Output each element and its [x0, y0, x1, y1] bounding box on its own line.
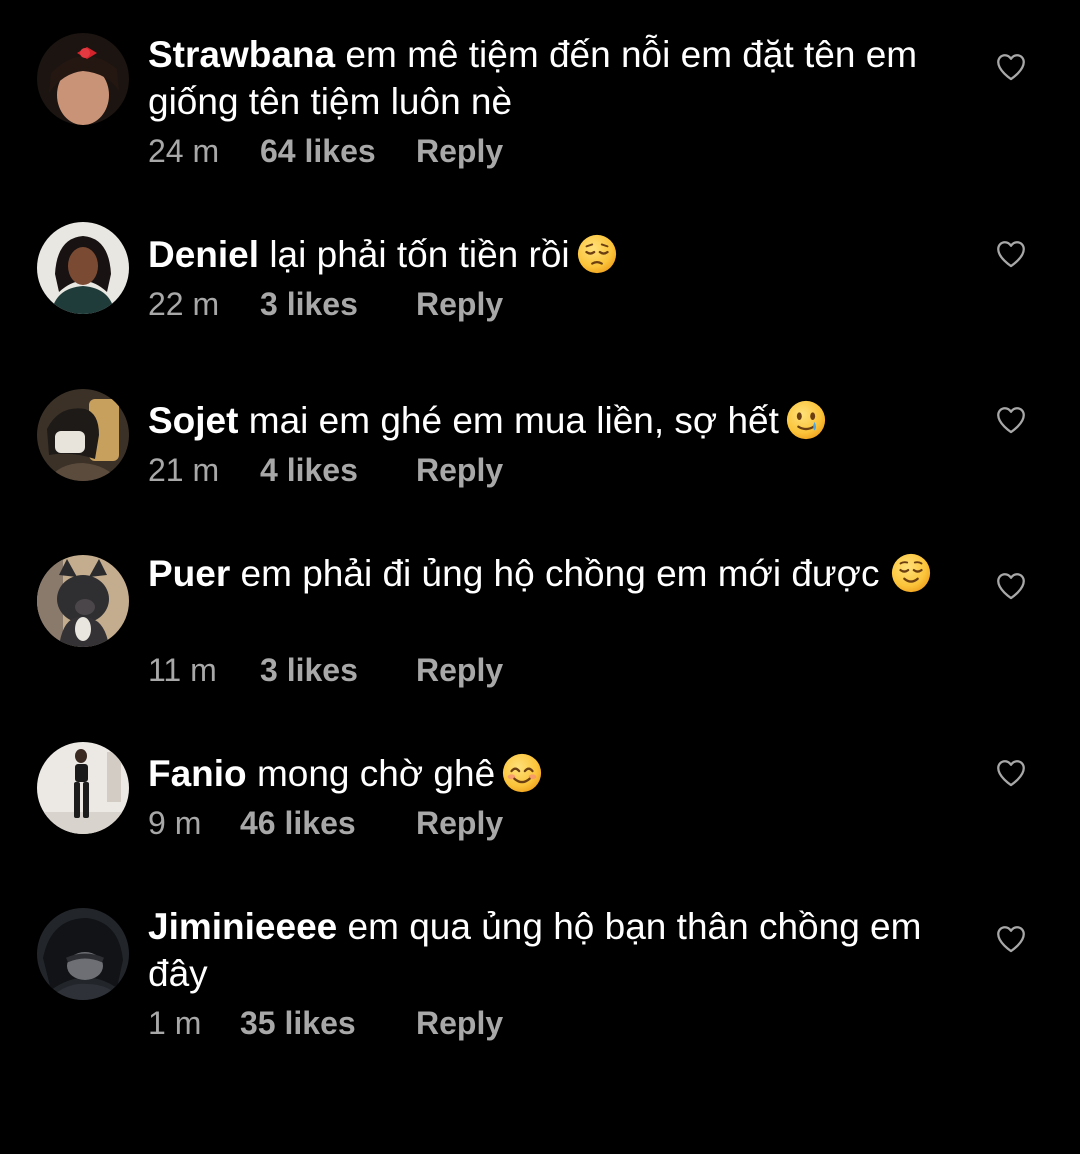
- comment-username[interactable]: Deniel: [148, 234, 259, 275]
- reply-button[interactable]: Reply: [416, 133, 503, 169]
- comment-text: Jiminieeee em qua ủng hộ bạn thân chồng …: [148, 903, 938, 997]
- comment-username[interactable]: Fanio: [148, 753, 247, 794]
- reply-button[interactable]: Reply: [416, 652, 503, 688]
- comment-text: Deniel lại phải tốn tiền rồi: [148, 231, 938, 278]
- reply-button[interactable]: Reply: [416, 286, 503, 322]
- comment-timestamp: 9 m: [148, 805, 202, 841]
- heart-outline-icon[interactable]: [994, 569, 1028, 603]
- comment-likes-count[interactable]: 64 likes: [260, 131, 416, 171]
- avatar[interactable]: [37, 222, 129, 314]
- comment-text: Fanio mong chờ ghê: [148, 750, 938, 797]
- comment-username[interactable]: Strawbana: [148, 34, 335, 75]
- comment-likes-count[interactable]: 3 likes: [260, 284, 416, 324]
- heart-outline-icon[interactable]: [994, 403, 1028, 437]
- reply-button[interactable]: Reply: [416, 1005, 503, 1041]
- heart-outline-icon[interactable]: [994, 922, 1028, 956]
- avatar[interactable]: [37, 908, 129, 1000]
- pensive-face-emoji: [577, 234, 616, 274]
- comment-meta: 1 m 35 likes Reply: [148, 1003, 503, 1043]
- comment-timestamp: 21 m: [148, 452, 220, 488]
- comment-text: Puer em phải đi ủng hộ chồng em mới được: [148, 550, 938, 597]
- avatar[interactable]: [37, 742, 129, 834]
- avatar[interactable]: [37, 389, 129, 481]
- comment-meta: 22 m 3 likes Reply: [148, 284, 503, 324]
- comment-likes-count[interactable]: 35 likes: [240, 1003, 416, 1043]
- avatar[interactable]: [37, 33, 129, 125]
- avatar[interactable]: [37, 555, 129, 647]
- smiling-face-with-smiling-eyes-emoji: [503, 753, 542, 793]
- comment-body: mai em ghé em mua liền, sợ hết: [248, 400, 779, 441]
- heart-outline-icon[interactable]: [994, 756, 1028, 790]
- smiling-face-with-tear-emoji: [786, 400, 826, 440]
- comment-timestamp: 1 m: [148, 1005, 202, 1041]
- comment-meta: 9 m 46 likes Reply: [148, 803, 503, 843]
- comment-timestamp: 24 m: [148, 133, 220, 169]
- heart-outline-icon[interactable]: [994, 50, 1028, 84]
- reply-button[interactable]: Reply: [416, 805, 503, 841]
- comment-likes-count[interactable]: 46 likes: [240, 803, 416, 843]
- relieved-face-emoji: [891, 553, 930, 593]
- comment-username[interactable]: Sojet: [148, 400, 238, 441]
- comment-meta: 11 m 3 likes Reply: [148, 650, 503, 690]
- comment-username[interactable]: Jiminieeee: [148, 906, 337, 947]
- comment-text: Strawbana em mê tiệm đến nỗi em đặt tên …: [148, 31, 938, 125]
- comment-likes-count[interactable]: 3 likes: [260, 650, 416, 690]
- comment-body: em phải đi ủng hộ chồng em mới được: [240, 553, 880, 594]
- comment-meta: 21 m 4 likes Reply: [148, 450, 503, 490]
- heart-outline-icon[interactable]: [994, 237, 1028, 271]
- comment-timestamp: 11 m: [148, 652, 217, 688]
- comment-likes-count[interactable]: 4 likes: [260, 450, 416, 490]
- comment-meta: 24 m 64 likes Reply: [148, 131, 503, 171]
- comment-text: Sojet mai em ghé em mua liền, sợ hết: [148, 397, 938, 444]
- comment-body: lại phải tốn tiền rồi: [269, 234, 570, 275]
- reply-button[interactable]: Reply: [416, 452, 503, 488]
- comment-timestamp: 22 m: [148, 286, 220, 322]
- comment-body: mong chờ ghê: [256, 753, 496, 794]
- comment-username[interactable]: Puer: [148, 553, 230, 594]
